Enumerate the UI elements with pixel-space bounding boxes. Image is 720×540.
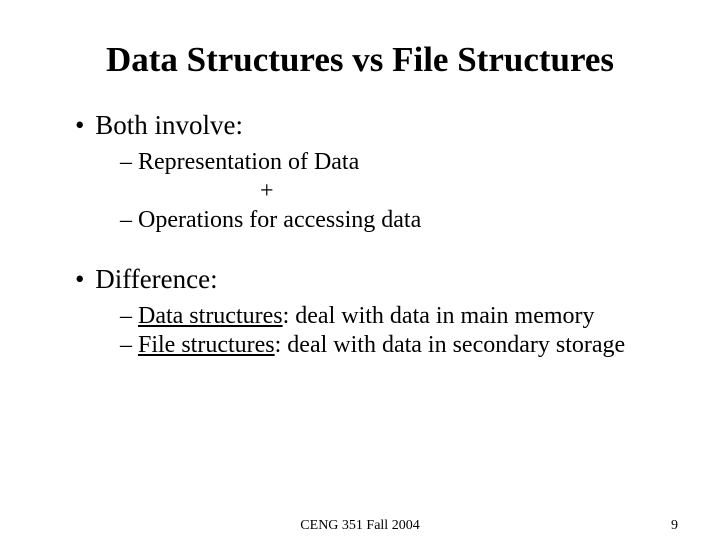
bullet-both-involve: Both involve: [75, 110, 665, 141]
bullet-data-structures: Data structures: deal with data in main … [120, 303, 665, 330]
bullet-difference: Difference: [75, 264, 665, 295]
slide-title: Data Structures vs File Structures [55, 40, 665, 80]
ds-underline: Data structures [138, 303, 283, 329]
bullet-file-structures: File structures: deal with data in secon… [120, 332, 665, 359]
footer-page-number: 9 [671, 518, 678, 534]
ds-text: : deal with data in main memory [283, 303, 595, 329]
footer-course: CENG 351 Fall 2004 [300, 518, 419, 534]
fs-underline: File structures [138, 332, 275, 358]
bullet-representation: Representation of Data [120, 149, 665, 176]
fs-text: : deal with data in secondary storage [275, 332, 626, 358]
plus-symbol: + [260, 178, 665, 205]
bullet-operations: Operations for accessing data [120, 207, 665, 234]
